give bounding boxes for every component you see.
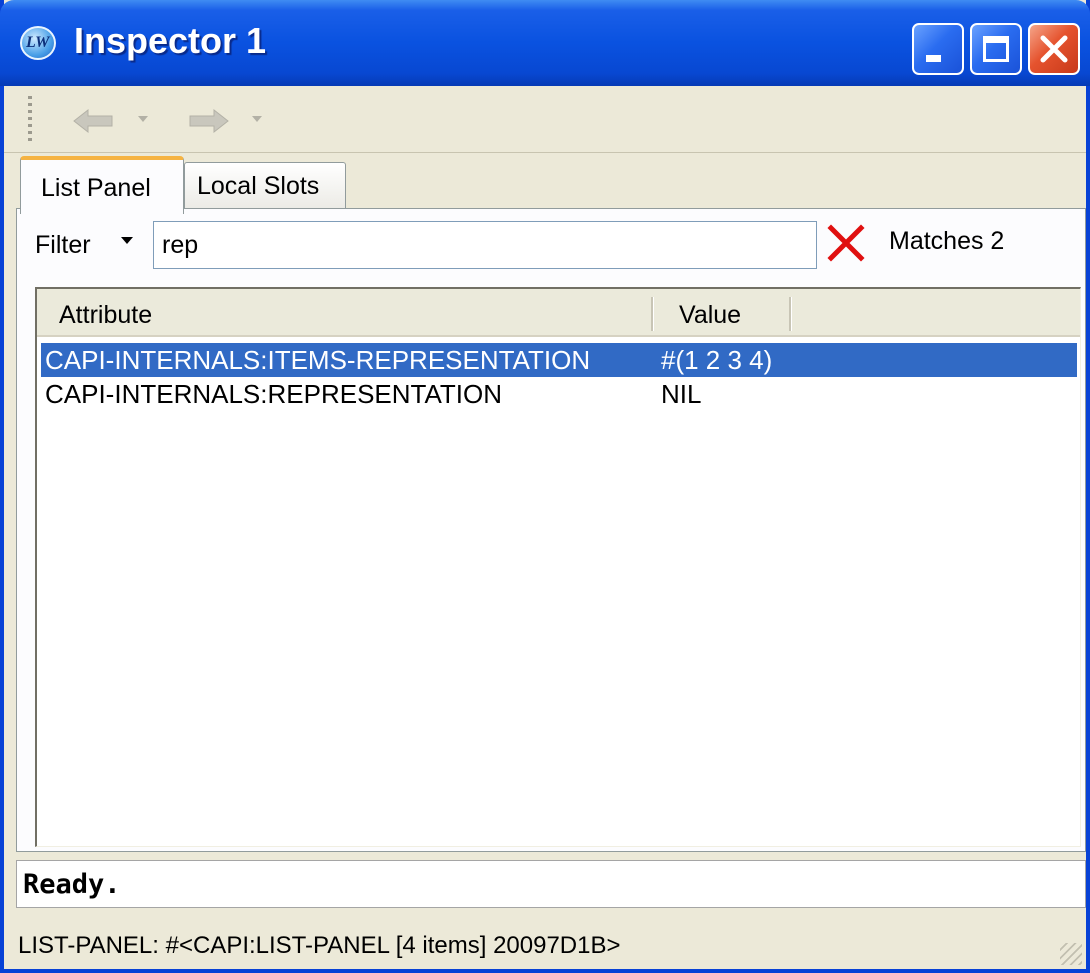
minimize-icon <box>926 55 941 62</box>
title-bar[interactable]: LW Inspector 1 <box>0 0 1090 86</box>
list-row[interactable]: CAPI-INTERNALS:REPRESENTATION NIL <box>41 377 1077 411</box>
arrow-right-icon <box>189 108 229 134</box>
column-divider[interactable] <box>651 297 654 331</box>
chevron-down-icon[interactable] <box>121 237 133 244</box>
tab-strip: List Panel Local Slots <box>4 152 1086 214</box>
value-cell: #(1 2 3 4) <box>661 345 773 375</box>
list-row[interactable]: CAPI-INTERNALS:ITEMS-REPRESENTATION #(1 … <box>41 343 1077 377</box>
maximize-button[interactable] <box>970 23 1022 75</box>
attribute-cell: CAPI-INTERNALS:ITEMS-REPRESENTATION <box>45 345 591 375</box>
minimize-button[interactable] <box>912 23 964 75</box>
attribute-list[interactable]: Attribute Value CAPI-INTERNALS:ITEMS-REP… <box>35 287 1081 847</box>
echo-area: Ready. <box>16 860 1086 908</box>
resize-grip[interactable] <box>1060 943 1082 965</box>
column-header-attribute[interactable]: Attribute <box>59 301 152 330</box>
toolbar-grip[interactable] <box>28 96 32 142</box>
chevron-down-icon <box>252 116 262 122</box>
toolbar <box>4 86 1086 153</box>
close-x-icon[interactable] <box>825 223 867 263</box>
lw-logo-icon[interactable]: LW <box>20 26 56 60</box>
list-panel-page: Filter Matches 2 Attribute Value CAPI-IN… <box>16 208 1086 852</box>
column-header-value[interactable]: Value <box>679 301 741 330</box>
status-text: LIST-PANEL: #<CAPI:LIST-PANEL [4 items] … <box>18 932 621 959</box>
filter-label[interactable]: Filter <box>35 231 91 260</box>
maximize-icon <box>983 36 1009 62</box>
close-button[interactable] <box>1028 23 1080 75</box>
window-title: Inspector 1 <box>74 20 267 61</box>
value-cell: NIL <box>661 379 702 409</box>
column-divider[interactable] <box>789 297 792 331</box>
chevron-down-icon <box>138 116 148 122</box>
list-header: Attribute Value <box>37 289 1080 337</box>
tab-label: List Panel <box>41 174 151 202</box>
tab-local-slots[interactable]: Local Slots <box>184 162 346 208</box>
tab-label: Local Slots <box>197 172 320 200</box>
forward-button[interactable] <box>180 102 270 140</box>
tab-list-panel[interactable]: List Panel <box>20 156 184 214</box>
back-button[interactable] <box>68 102 158 140</box>
matches-count: Matches 2 <box>889 227 1005 255</box>
close-icon <box>1040 35 1068 63</box>
status-bar: LIST-PANEL: #<CAPI:LIST-PANEL [4 items] … <box>4 918 1086 969</box>
inspector-window: LW Inspector 1 List Panel Local Slots Fi… <box>0 0 1090 973</box>
arrow-left-icon <box>73 108 113 134</box>
filter-input[interactable] <box>153 221 817 269</box>
attribute-cell: CAPI-INTERNALS:REPRESENTATION <box>45 379 502 409</box>
